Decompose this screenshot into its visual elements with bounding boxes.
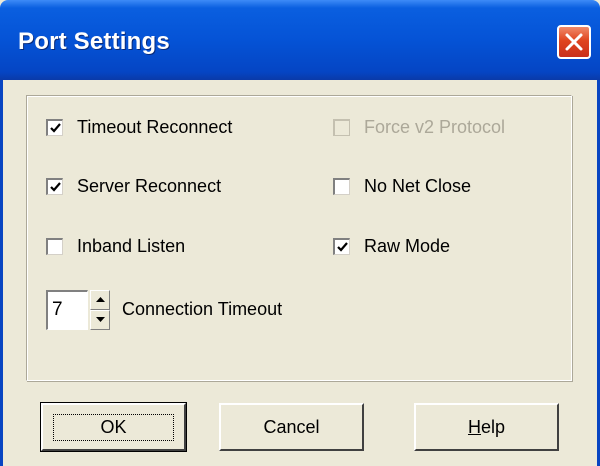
help-button-label: Help [467,416,506,437]
force-v2-protocol-label: Force v2 Protocol [364,117,506,137]
checkmark-icon [50,123,61,133]
raw-mode-checkbox[interactable]: Raw Mode [333,236,450,257]
connection-timeout-label: Connection Timeout [122,299,283,319]
cancel-button[interactable]: Cancel [219,403,364,451]
checkmark-icon [50,182,61,192]
connection-timeout-spinner [90,290,110,330]
inband-listen-checkbox[interactable]: Inband Listen [46,236,185,257]
timeout-reconnect-checkbox[interactable]: Timeout Reconnect [46,117,232,138]
force-v2-protocol-checkbox[interactable]: Force v2 Protocol [333,117,505,138]
ok-button-label: OK [53,413,174,441]
port-settings-dialog: Port Settings Timeout Reconnect Force v2… [0,0,600,466]
close-icon [565,33,583,51]
spin-down-button[interactable] [90,310,110,330]
checkmark-icon [337,242,348,252]
title-bar[interactable]: Port Settings [0,0,600,80]
no-net-close-box[interactable] [333,178,350,195]
cancel-button-label: Cancel [263,416,320,437]
raw-mode-label: Raw Mode [364,236,451,256]
arrow-up-icon [96,297,105,302]
timeout-reconnect-box[interactable] [46,119,63,136]
dialog-title: Port Settings [18,28,170,55]
spin-up-button[interactable] [90,290,110,310]
no-net-close-label: No Net Close [364,176,472,196]
server-reconnect-box[interactable] [46,178,63,195]
server-reconnect-label: Server Reconnect [77,176,222,196]
inband-listen-box[interactable] [46,238,63,255]
arrow-down-icon [96,317,105,322]
raw-mode-box[interactable] [333,238,350,255]
connection-timeout-input[interactable]: 7 [46,290,88,330]
server-reconnect-checkbox[interactable]: Server Reconnect [46,176,221,197]
timeout-reconnect-label: Timeout Reconnect [77,117,233,137]
ok-button[interactable]: OK [40,402,187,452]
help-button[interactable]: Help [414,403,559,451]
force-v2-protocol-box[interactable] [333,119,350,136]
no-net-close-checkbox[interactable]: No Net Close [333,176,471,197]
window-frame-left [0,80,3,466]
close-button[interactable] [557,25,591,59]
inband-listen-label: Inband Listen [77,236,186,256]
